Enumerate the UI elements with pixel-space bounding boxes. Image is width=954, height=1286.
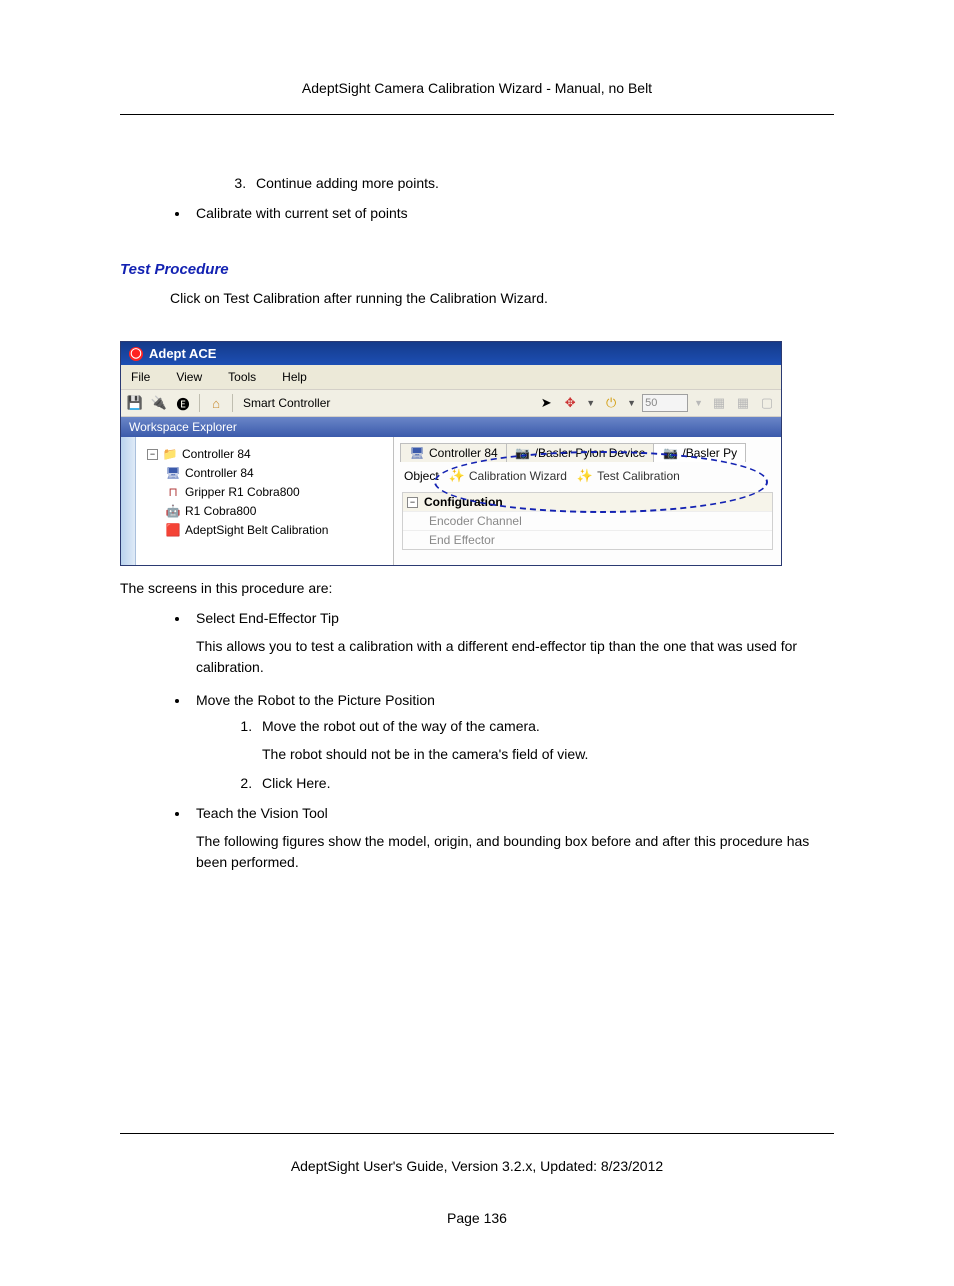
bullet-select-end-effector: Select End-Effector Tip This allows you … — [190, 610, 834, 678]
toolbar: 💾 🔌 🅔 ⌂ Smart Controller ➤ ✥ ▼ ⏻ ▼ ▼ ▦ ▦… — [121, 389, 781, 417]
config-item-encoder[interactable]: Encoder Channel — [403, 511, 772, 530]
bullet-body: This allows you to test a calibration wi… — [196, 636, 834, 678]
toolbar-sep — [199, 394, 200, 412]
tree-root-controller[interactable]: − 📁 Controller 84 — [147, 445, 389, 464]
tab-controller[interactable]: 🖥 Controller 84 — [400, 443, 507, 462]
connect-icon[interactable]: 🔌 — [149, 393, 169, 413]
config-panel: − Configuration Encoder Channel End Effe… — [402, 492, 773, 550]
jog-icon[interactable]: ✥ — [560, 393, 580, 413]
bullet-teach-vision: Teach the Vision Tool The following figu… — [190, 805, 834, 873]
titlebar: ◯ Adept ACE — [121, 342, 781, 365]
tree-label: Gripper R1 Cobra800 — [185, 483, 300, 502]
ol-body: The robot should not be in the camera's … — [262, 744, 834, 765]
tabstrip: 🖥 Controller 84 📷 /Basler Pylon Device 📷… — [394, 437, 781, 462]
app-icon: ◯ — [129, 347, 143, 361]
config-item-endeffector[interactable]: End Effector — [403, 530, 772, 549]
test-calibration-button[interactable]: ✨ Test Calibration — [577, 468, 680, 484]
dropdown-icon: ▼ — [692, 398, 705, 408]
smart-controller-label: Smart Controller — [239, 396, 334, 410]
page-number: Page 136 — [120, 1210, 834, 1226]
tree-item-gripper[interactable]: ⊓ Gripper R1 Cobra800 — [147, 483, 389, 502]
dropdown-icon[interactable]: ▼ — [625, 398, 638, 408]
gripper-icon: ⊓ — [165, 483, 181, 502]
pointer-icon[interactable]: ➤ — [536, 393, 556, 413]
btn-label: Calibration Wizard — [469, 469, 567, 483]
content-pane: 🖥 Controller 84 📷 /Basler Pylon Device 📷… — [394, 437, 781, 565]
speed-input[interactable] — [642, 394, 688, 412]
menu-view[interactable]: View — [176, 370, 202, 384]
tab-label: Controller 84 — [429, 446, 498, 460]
tab-label: /Basler Py — [682, 446, 737, 460]
robot-icon: 🤖 — [165, 502, 181, 521]
test-procedure-intro: Click on Test Calibration after running … — [170, 288, 834, 309]
heading-test-procedure: Test Procedure — [120, 261, 834, 278]
save-icon[interactable]: 💾 — [125, 393, 145, 413]
ol-continue-item: Continue adding more points. — [250, 175, 834, 191]
app-title: Adept ACE — [149, 346, 216, 361]
disabled-tool-icon: ▢ — [757, 393, 777, 413]
tab-basler-device[interactable]: 📷 /Basler Pylon Device — [506, 443, 655, 462]
sidebar-strip — [121, 437, 136, 565]
bullet-body: The following figures show the model, or… — [196, 831, 834, 873]
tree-label: Controller 84 — [185, 464, 254, 483]
page-header: AdeptSight Camera Calibration Wizard - M… — [120, 80, 834, 115]
toolbar-sep — [232, 394, 233, 412]
ol-move-robot-1: Move the robot out of the way of the cam… — [256, 718, 834, 765]
wand-icon: ✨ — [449, 468, 465, 484]
controller-icon: 🖥 — [165, 464, 181, 483]
ol-move-robot-2: Click Here. — [256, 775, 834, 791]
workspace-explorer-header: Workspace Explorer — [121, 417, 781, 437]
belt-icon: 🟥 — [165, 521, 181, 540]
bullet-title: Move the Robot to the Picture Position — [196, 692, 435, 708]
object-toolbar: Object ✨ Calibration Wizard ✨ Test Calib… — [394, 462, 781, 490]
bullet-title: Select End-Effector Tip — [196, 610, 339, 626]
screens-intro: The screens in this procedure are: — [120, 580, 834, 596]
tab-label: /Basler Pylon Device — [535, 446, 646, 460]
object-label: Object — [404, 469, 439, 483]
home-icon[interactable]: ⌂ — [206, 393, 226, 413]
bullet-title: Teach the Vision Tool — [196, 805, 328, 821]
page-footer: AdeptSight User's Guide, Version 3.2.x, … — [120, 1133, 834, 1174]
menu-help[interactable]: Help — [282, 370, 307, 384]
tree-item-belt-calib[interactable]: 🟥 AdeptSight Belt Calibration — [147, 521, 389, 540]
bullet-calibrate-current: Calibrate with current set of points — [190, 205, 834, 221]
app-window: ◯ Adept ACE File View Tools Help 💾 🔌 🅔 ⌂… — [120, 341, 782, 566]
config-header[interactable]: − Configuration — [403, 493, 772, 511]
collapse-icon[interactable]: − — [407, 497, 418, 508]
controller-icon: 🖥 — [409, 446, 425, 460]
collapse-icon[interactable]: − — [147, 449, 158, 460]
tree-label: R1 Cobra800 — [185, 502, 256, 521]
disabled-tool-icon: ▦ — [709, 393, 729, 413]
screenshot-figure: ◯ Adept ACE File View Tools Help 💾 🔌 🅔 ⌂… — [120, 341, 834, 566]
camera-icon: 📷 — [662, 446, 678, 460]
bullet-move-robot: Move the Robot to the Picture Position M… — [190, 692, 834, 791]
ol-text: Move the robot out of the way of the cam… — [262, 718, 540, 734]
tree-item-robot[interactable]: 🤖 R1 Cobra800 — [147, 502, 389, 521]
btn-label: Test Calibration — [597, 469, 680, 483]
tree-pane: − 📁 Controller 84 🖥 Controller 84 ⊓ Grip… — [121, 437, 394, 565]
calibration-wizard-button[interactable]: ✨ Calibration Wizard — [449, 468, 567, 484]
tree-label: Controller 84 — [182, 445, 251, 464]
config-title-label: Configuration — [424, 495, 503, 509]
tab-basler-active[interactable]: 📷 /Basler Py — [653, 443, 746, 462]
menu-tools[interactable]: Tools — [228, 370, 256, 384]
dropdown-icon[interactable]: ▼ — [584, 398, 597, 408]
menubar: File View Tools Help — [121, 365, 781, 389]
tree-label: AdeptSight Belt Calibration — [185, 521, 328, 540]
power-icon[interactable]: ⏻ — [601, 393, 621, 413]
estop-icon[interactable]: 🅔 — [173, 393, 193, 413]
wand-icon: ✨ — [577, 468, 593, 484]
camera-icon: 📷 — [515, 446, 531, 460]
disabled-tool-icon: ▦ — [733, 393, 753, 413]
tree-item-controller[interactable]: 🖥 Controller 84 — [147, 464, 389, 483]
folder-icon: 📁 — [162, 445, 178, 464]
menu-file[interactable]: File — [131, 370, 150, 384]
